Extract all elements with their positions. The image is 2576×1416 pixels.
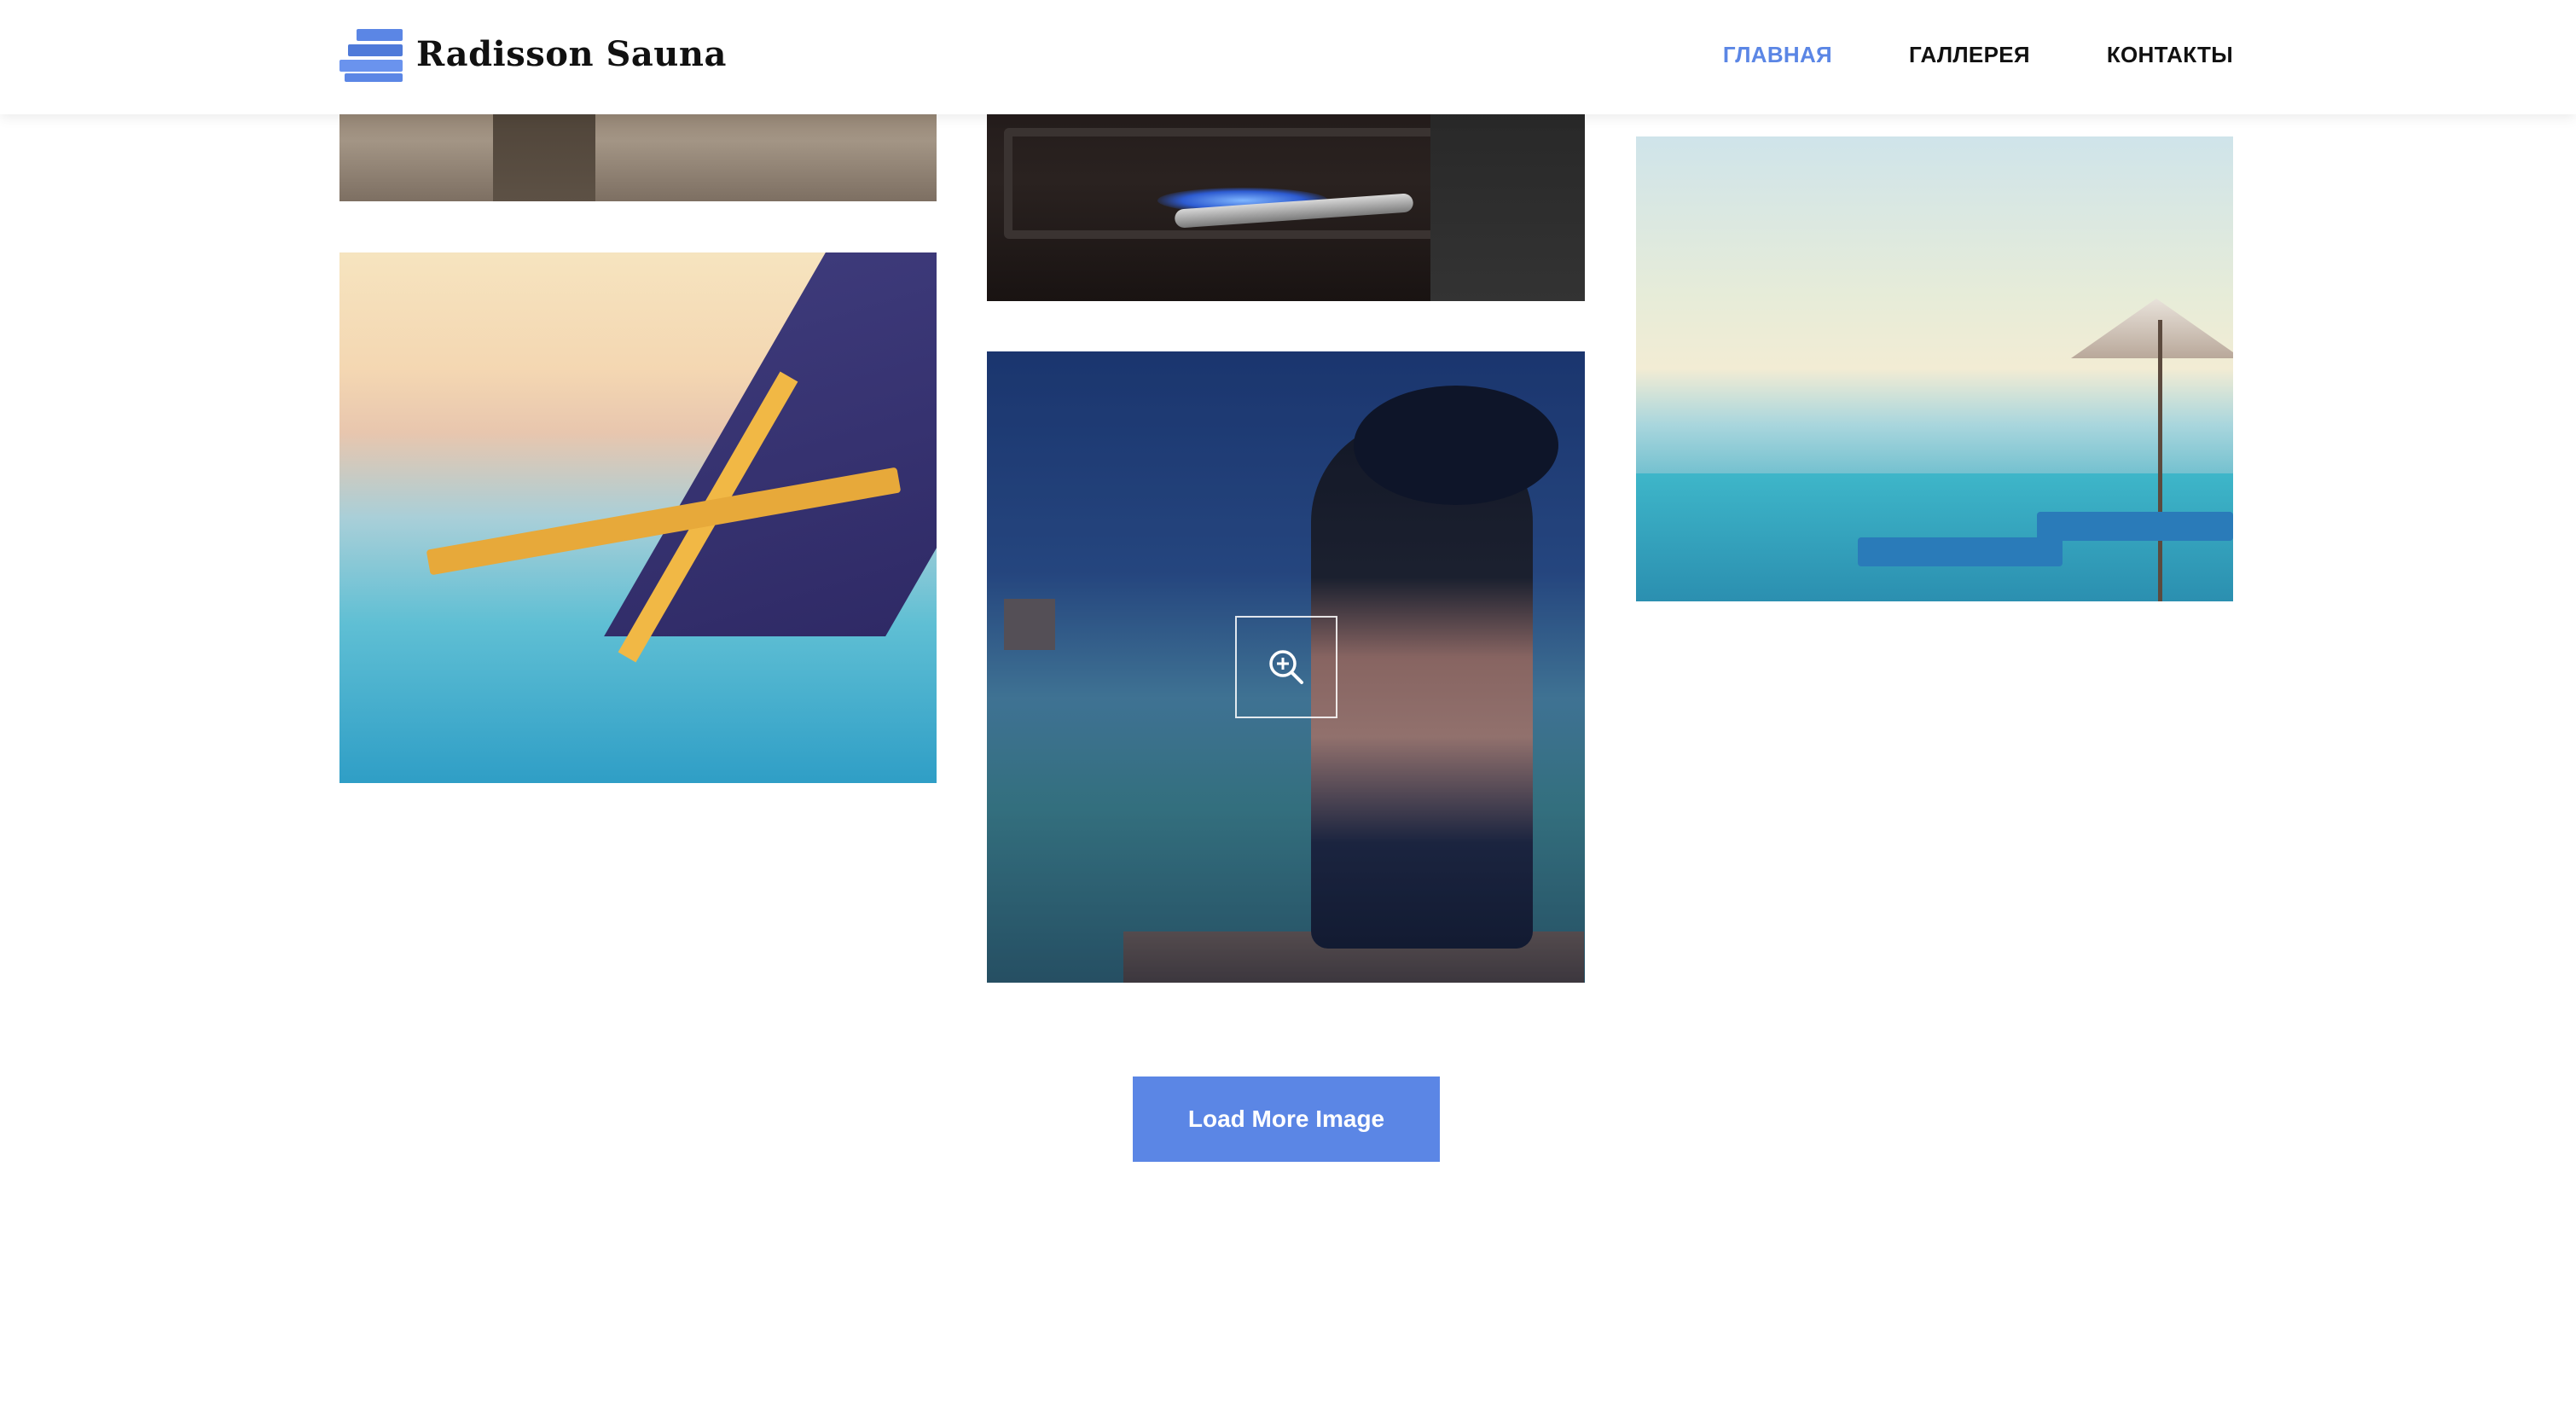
- photo-detail: [2037, 512, 2233, 541]
- nav-item-gallery[interactable]: ГАЛЛЕРЕЯ: [1909, 42, 2030, 68]
- nav-item-home[interactable]: ГЛАВНАЯ: [1723, 42, 1832, 68]
- gallery-photo-pool-umbrella[interactable]: [1636, 136, 2233, 601]
- logo-icon: [339, 26, 404, 82]
- photo-detail: [2071, 299, 2233, 358]
- site-logo[interactable]: Radisson Sauna: [339, 24, 727, 84]
- zoom-button[interactable]: [1235, 616, 1337, 718]
- zoom-in-icon: [1269, 650, 1303, 684]
- nav-item-contacts[interactable]: КОНТАКТЫ: [2107, 42, 2233, 68]
- main-nav: ГЛАВНАЯ ГАЛЛЕРЕЯ КОНТАКТЫ: [1723, 0, 2233, 109]
- gallery-photo-deck-chair[interactable]: [339, 252, 937, 783]
- logo-text: Radisson Sauna: [416, 33, 727, 74]
- load-more-button[interactable]: Load More Image: [1133, 1077, 1440, 1162]
- photo-detail: [604, 252, 937, 636]
- site-header: Radisson Sauna ГЛАВНАЯ ГАЛЛЕРЕЯ КОНТАКТЫ: [0, 0, 2576, 114]
- photo-detail: [1858, 537, 2063, 566]
- photo-detail: [2158, 320, 2162, 601]
